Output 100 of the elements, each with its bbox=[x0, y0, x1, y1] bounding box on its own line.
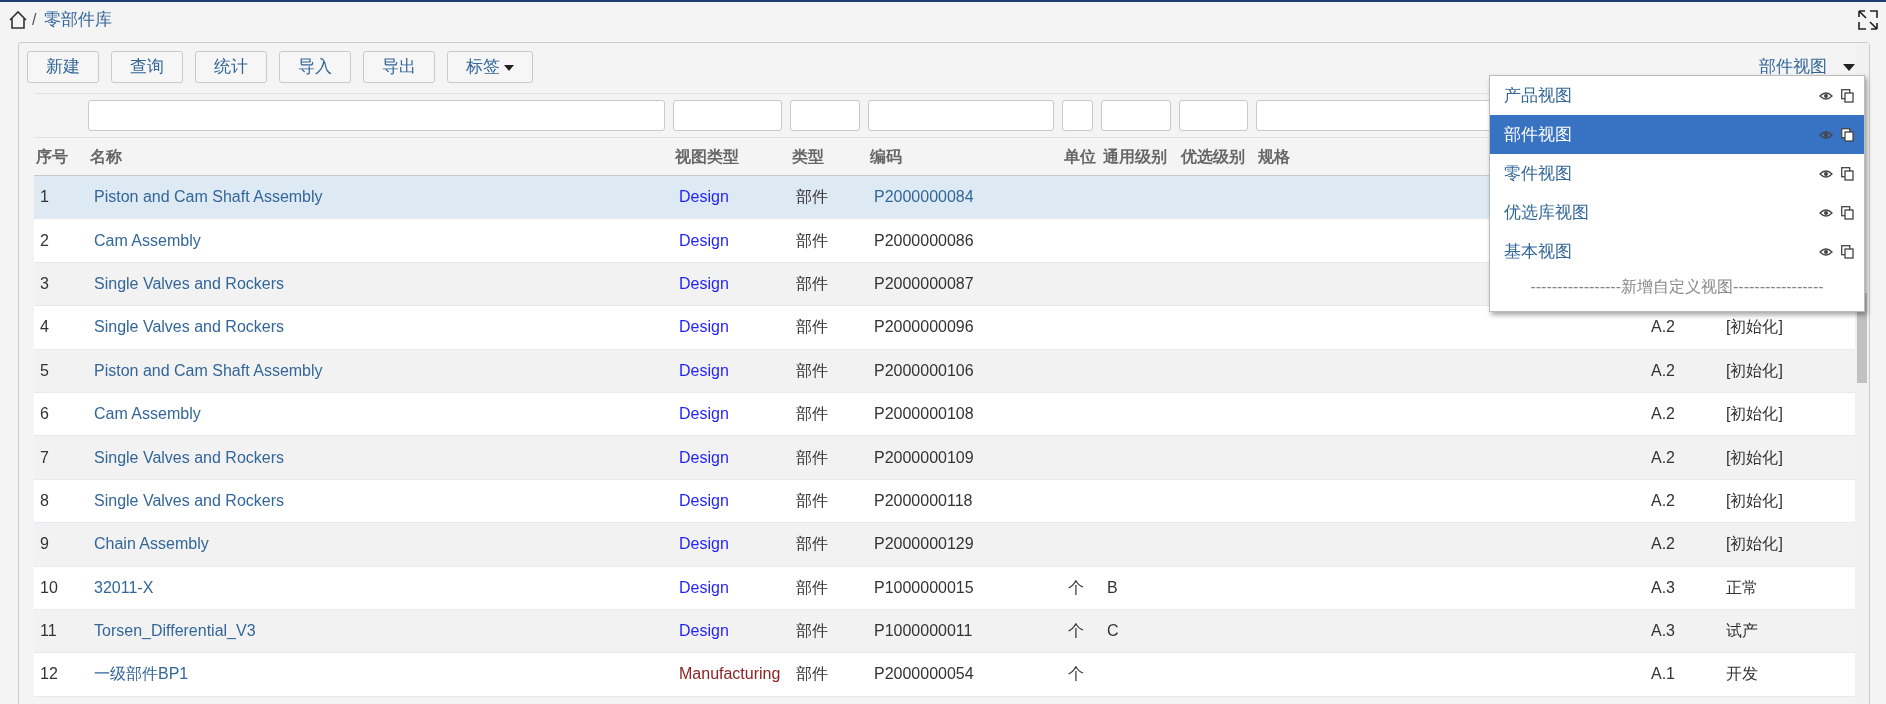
toolbar-button[interactable]: 导出 bbox=[363, 51, 435, 83]
part-name-link[interactable]: Chain Assembly bbox=[94, 535, 209, 553]
column-header[interactable]: 优选级别 bbox=[1181, 147, 1245, 165]
view-type-text: Manufacturing bbox=[679, 665, 781, 683]
home-icon[interactable] bbox=[8, 10, 28, 30]
table-cell: 部件 bbox=[796, 361, 828, 379]
table-row[interactable]: 8 Single Valves and Rockers Design 部件 P2000000118 A.2 [初始化] bbox=[34, 479, 1862, 523]
code-text: P2000000084 bbox=[874, 188, 974, 206]
table-cell: 部件 bbox=[796, 622, 828, 640]
table-cell: 2 bbox=[40, 231, 49, 249]
column-header[interactable]: 单位 bbox=[1064, 147, 1096, 165]
filter-field[interactable] bbox=[1101, 100, 1171, 131]
filter-field[interactable] bbox=[1179, 100, 1248, 131]
copy-icon[interactable] bbox=[1841, 166, 1854, 181]
table-cell: 7 bbox=[40, 448, 49, 466]
part-name-link[interactable]: Piston and Cam Shaft Assembly bbox=[94, 188, 323, 206]
part-name-link[interactable]: Cam Assembly bbox=[94, 405, 201, 423]
table-row[interactable]: 12 一级部件BP1 Manufacturing 部件 P2000000054 个 A.1 开发 bbox=[34, 652, 1862, 697]
table-row[interactable]: 10 32011-X Design 部件 P1000000015 个 B A.3 正常 bbox=[34, 566, 1862, 610]
toolbar-button[interactable]: 导入 bbox=[279, 51, 351, 83]
view-type-text: Design bbox=[679, 188, 729, 206]
table-cell: A.2 bbox=[1651, 361, 1675, 379]
fullscreen-icon[interactable] bbox=[1858, 10, 1878, 30]
table-cell: P2000000118 bbox=[874, 491, 973, 509]
table-cell: 正常 bbox=[1726, 578, 1758, 596]
copy-icon[interactable] bbox=[1841, 88, 1854, 103]
column-header[interactable]: 规格 bbox=[1258, 147, 1290, 165]
eye-icon[interactable] bbox=[1819, 168, 1833, 179]
copy-icon[interactable] bbox=[1841, 205, 1854, 220]
table-cell: A.2 bbox=[1651, 405, 1675, 423]
part-name-link[interactable]: Single Valves and Rockers bbox=[94, 491, 285, 509]
column-header[interactable]: 编码 bbox=[870, 147, 902, 165]
table-row[interactable]: 7 Single Valves and Rockers Design 部件 P2000000109 A.2 [初始化] bbox=[34, 435, 1862, 480]
eye-icon[interactable] bbox=[1819, 90, 1833, 101]
toolbar-button[interactable]: 统计 bbox=[195, 51, 267, 83]
caret-icon bbox=[1843, 63, 1855, 71]
column-header[interactable]: 名称 bbox=[90, 147, 122, 165]
table-cell: 10 bbox=[40, 578, 58, 596]
table-cell: P2000000109 bbox=[874, 448, 974, 466]
view-type-text: Design bbox=[679, 535, 729, 553]
table-cell: 部件 bbox=[796, 318, 828, 336]
scrollbar-thumb[interactable] bbox=[1857, 293, 1867, 383]
table-cell: C bbox=[1107, 622, 1119, 640]
part-name-link[interactable]: Single Valves and Rockers bbox=[94, 448, 285, 466]
view-type-text: Design bbox=[679, 578, 729, 596]
part-name-link[interactable]: 32011-X bbox=[94, 578, 154, 596]
column-header[interactable]: 视图类型 bbox=[675, 147, 739, 165]
add-custom-view-link[interactable]: -----------------新增自定义视图----------------- bbox=[1490, 271, 1864, 299]
table-cell: P1000000011 bbox=[874, 622, 973, 640]
table-cell: [初始化] bbox=[1726, 361, 1783, 379]
column-header[interactable]: 类型 bbox=[792, 147, 824, 165]
table-cell: 4 bbox=[40, 318, 49, 336]
table-cell: P2000000129 bbox=[874, 535, 974, 553]
view-menu-item[interactable]: 优选库视图 bbox=[1490, 193, 1864, 232]
caret-icon bbox=[504, 64, 514, 71]
table-cell: 个 bbox=[1068, 665, 1084, 683]
table-cell: P2000000054 bbox=[874, 665, 974, 683]
table-cell: A.2 bbox=[1651, 448, 1675, 466]
view-menu-item[interactable]: 部件视图 bbox=[1490, 115, 1864, 154]
column-header[interactable]: 序号 bbox=[36, 147, 68, 165]
table-cell: 部件 bbox=[796, 188, 828, 206]
filter-field[interactable] bbox=[88, 100, 665, 131]
part-name-link[interactable]: Cam Assembly bbox=[94, 231, 201, 249]
view-type-text: Design bbox=[679, 491, 729, 509]
part-name-link[interactable]: Torsen_Differential_V3 bbox=[94, 622, 256, 640]
table-row[interactable]: 9 Chain Assembly Design 部件 P2000000129 A.2 [初始化] bbox=[34, 522, 1862, 566]
view-type-text: Design bbox=[679, 405, 729, 423]
table-cell: 个 bbox=[1068, 578, 1084, 596]
table-row[interactable]: 5 Piston and Cam Shaft Assembly Design 部件 P2000000106 A.2 [初始化] bbox=[34, 349, 1862, 393]
table-cell: 部件 bbox=[796, 665, 828, 683]
table-cell: [初始化] bbox=[1726, 535, 1783, 553]
filter-field[interactable] bbox=[673, 100, 782, 131]
table-cell: P2000000086 bbox=[874, 231, 974, 249]
part-name-link[interactable]: Single Valves and Rockers bbox=[94, 318, 285, 336]
toolbar-button[interactable]: 新建 bbox=[27, 51, 99, 83]
view-menu-item[interactable]: 基本视图 bbox=[1490, 232, 1864, 271]
view-menu-item[interactable]: 零件视图 bbox=[1490, 154, 1864, 193]
breadcrumb-link[interactable]: 零部件库 bbox=[44, 7, 113, 33]
filter-field[interactable] bbox=[790, 100, 860, 131]
table-row[interactable]: 4 Single Valves and Rockers Design 部件 P2000000096 A.2 [初始化] bbox=[34, 305, 1862, 350]
breadcrumb-separator: / bbox=[32, 10, 37, 30]
filter-field[interactable] bbox=[1062, 100, 1093, 131]
view-type-text: Design bbox=[679, 231, 729, 249]
toolbar-button[interactable]: 查询 bbox=[111, 51, 183, 83]
table-cell: 试产 bbox=[1726, 622, 1758, 640]
column-header[interactable]: 通用级别 bbox=[1103, 147, 1167, 165]
part-name-link[interactable]: 一级部件BP1 bbox=[94, 665, 189, 683]
table-row[interactable]: 6 Cam Assembly Design 部件 P2000000108 A.2 [初始化] bbox=[34, 392, 1862, 436]
filter-field[interactable] bbox=[868, 100, 1054, 131]
copy-icon[interactable] bbox=[1841, 244, 1854, 259]
table-cell: 9 bbox=[40, 535, 49, 553]
copy-icon[interactable] bbox=[1841, 127, 1854, 142]
eye-icon[interactable] bbox=[1819, 207, 1833, 218]
part-name-link[interactable]: Single Valves and Rockers bbox=[94, 274, 285, 292]
toolbar-button[interactable]: 标签 bbox=[447, 51, 533, 83]
table-row[interactable]: 11 Torsen_Differential_V3 Design 部件 P1000000011 个 C A.3 试产 bbox=[34, 609, 1862, 653]
table-cell: 5 bbox=[40, 361, 49, 379]
part-name-link[interactable]: Piston and Cam Shaft Assembly bbox=[94, 361, 323, 379]
eye-icon[interactable] bbox=[1819, 246, 1833, 257]
table-cell: [初始化] bbox=[1726, 448, 1783, 466]
